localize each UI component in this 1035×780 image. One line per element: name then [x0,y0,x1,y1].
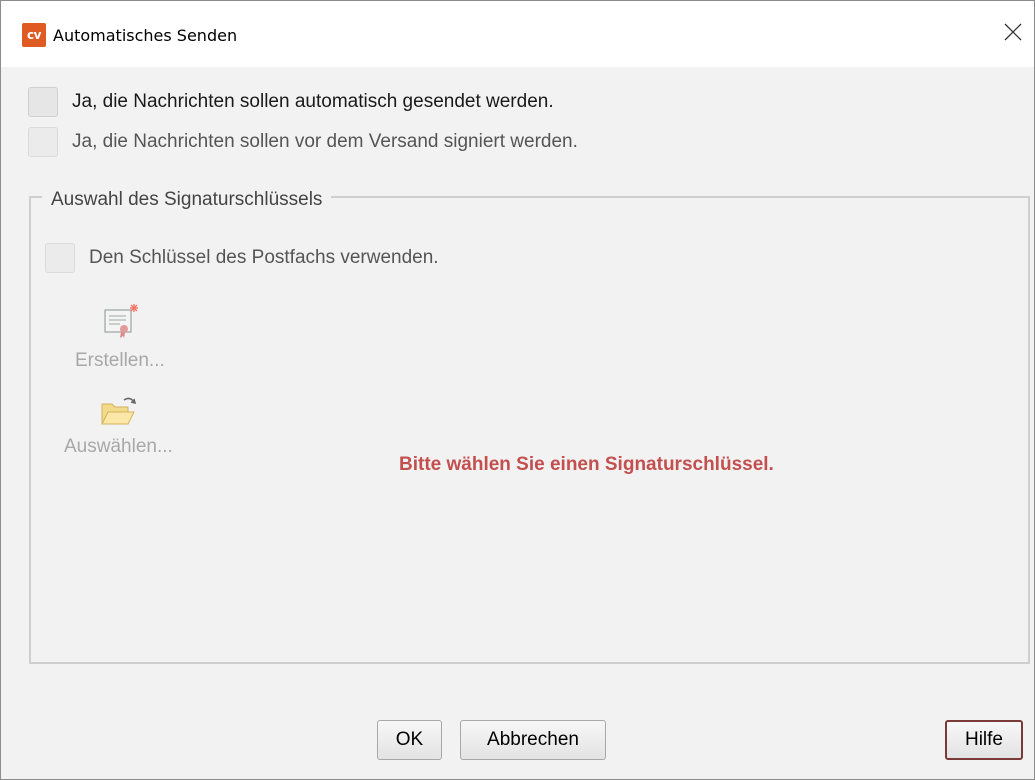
ok-button[interactable]: OK [377,720,442,760]
cancel-button[interactable]: Abbrechen [460,720,606,760]
help-button[interactable]: Hilfe [945,720,1023,760]
sign-before-send-option[interactable]: Ja, die Nachrichten sollen vor dem Versa… [28,127,578,157]
use-mailbox-key-label[interactable]: Den Schlüssel des Postfachs verwenden. [89,247,439,269]
close-icon [1004,23,1022,41]
create-key-button[interactable]: Erstellen... [75,302,165,372]
auto-send-label[interactable]: Ja, die Nachrichten sollen automatisch g… [72,91,554,113]
title-bar[interactable]: cv Automatisches Senden [1,1,1034,67]
signature-key-group-title: Auswahl des Signaturschlüssels [42,189,332,211]
select-key-label: Auswählen... [64,436,173,457]
dialog-window: cv Automatisches Senden Ja, die Nachrich… [0,0,1035,780]
sign-before-send-checkbox[interactable] [28,127,58,157]
create-key-label: Erstellen... [75,350,165,371]
auto-send-option[interactable]: Ja, die Nachrichten sollen automatisch g… [28,87,554,117]
use-mailbox-key-option[interactable]: Den Schlüssel des Postfachs verwenden. [45,243,439,273]
folder-open-icon [101,397,137,425]
select-key-button[interactable]: Auswählen... [64,394,173,458]
close-button[interactable] [996,15,1030,49]
signature-key-warning: Bitte wählen Sie einen Signaturschlüssel… [399,454,774,475]
use-mailbox-key-checkbox[interactable] [45,243,75,273]
certificate-new-icon [104,304,138,338]
auto-send-checkbox[interactable] [28,87,58,117]
window-title: Automatisches Senden [53,26,238,45]
sign-before-send-label[interactable]: Ja, die Nachrichten sollen vor dem Versa… [72,131,578,153]
app-logo-icon: cv [22,23,46,47]
